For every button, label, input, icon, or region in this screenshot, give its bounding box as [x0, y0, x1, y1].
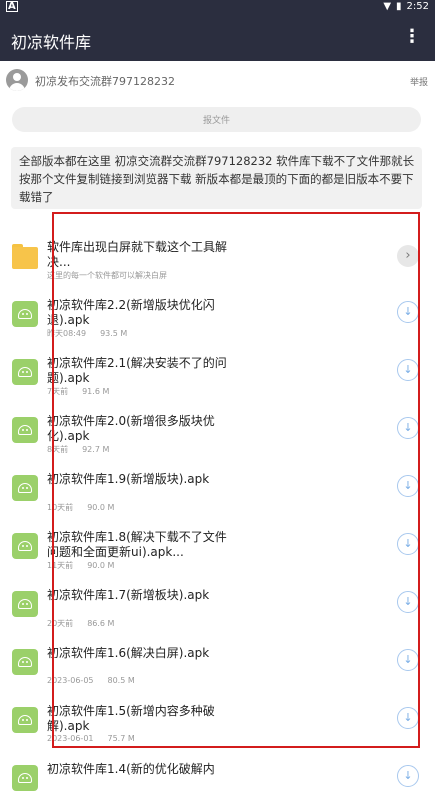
android-apk-icon	[12, 533, 38, 559]
description-box: 全部版本都在这里 初凉交流群交流群797128232 软件库下载不了文件那就长按…	[11, 147, 422, 209]
app-bar: 初凉软件库 ⋮	[0, 15, 435, 61]
report-link[interactable]: 举报	[410, 75, 428, 88]
android-apk-icon	[12, 649, 38, 675]
android-apk-icon	[12, 765, 38, 791]
android-apk-icon	[12, 707, 38, 733]
status-bar-right: ▼ ▮ 2:52	[383, 1, 429, 12]
description-text: 全部版本都在这里 初凉交流群交流群797128232 软件库下载不了文件那就长按…	[19, 154, 415, 204]
status-bar: A ▼ ▮ 2:52	[0, 0, 435, 15]
report-file-label: 报文件	[202, 116, 230, 126]
notification-icon: A	[6, 1, 18, 12]
android-apk-icon	[12, 417, 38, 443]
page-title: 初凉软件库	[11, 33, 92, 52]
list-item[interactable]: 初凉软件库1.4(新的优化破解内 ↓	[0, 749, 435, 807]
wifi-icon: ▼	[383, 1, 392, 12]
battery-icon: ▮	[396, 1, 402, 12]
file-name: 初凉软件库1.4(新的优化破解内	[47, 762, 215, 776]
android-apk-icon	[12, 591, 38, 617]
status-time: 2:52	[406, 1, 429, 12]
folder-icon	[12, 243, 38, 269]
highlight-box	[52, 212, 420, 748]
report-file-button[interactable]: 报文件	[12, 107, 421, 132]
android-apk-icon	[12, 475, 38, 501]
publisher-name[interactable]: 初凉发布交流群797128232	[35, 73, 175, 89]
more-vert-icon[interactable]: ⋮	[403, 28, 421, 46]
publisher-row: 初凉发布交流群797128232 举报	[0, 65, 435, 95]
android-apk-icon	[12, 359, 38, 385]
avatar[interactable]	[6, 69, 28, 91]
android-apk-icon	[12, 301, 38, 327]
download-icon[interactable]: ↓	[397, 765, 419, 787]
